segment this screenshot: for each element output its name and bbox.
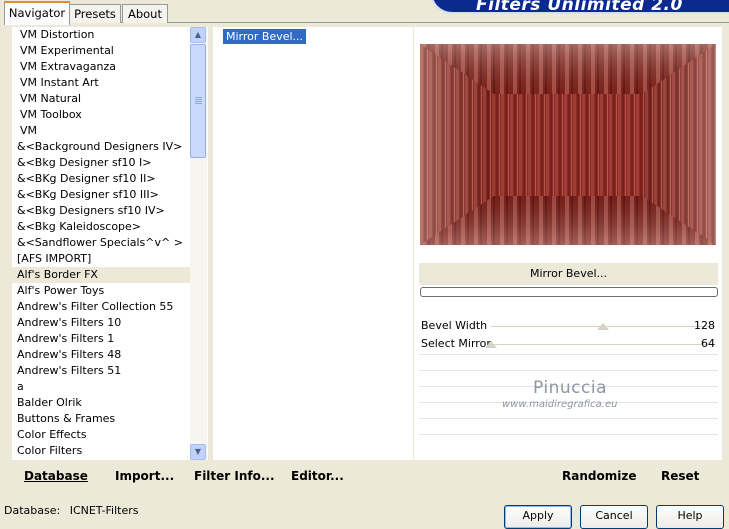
editor-button[interactable]: Editor...: [291, 469, 344, 483]
category-item[interactable]: VM Toolbox: [12, 107, 190, 123]
category-item[interactable]: Color Filters: [12, 443, 190, 459]
category-item[interactable]: Balder Olrik: [12, 395, 190, 411]
category-item[interactable]: VM Natural: [12, 91, 190, 107]
category-item[interactable]: Andrew's Filters 10: [12, 315, 190, 331]
category-item[interactable]: Color Effects: [12, 427, 190, 443]
category-item[interactable]: &<Background Designers IV>: [12, 139, 190, 155]
category-item[interactable]: &<Bkg Kaleidoscope>: [12, 219, 190, 235]
filter-info-button[interactable]: Filter Info...: [194, 469, 275, 483]
category-item[interactable]: Alf's Border FX: [12, 267, 190, 283]
import-button[interactable]: Import...: [115, 469, 174, 483]
category-item[interactable]: Andrew's Filters 51: [12, 363, 190, 379]
category-item[interactable]: a: [12, 379, 190, 395]
category-item[interactable]: Buttons & Frames: [12, 411, 190, 427]
filter-item-selected[interactable]: Mirror Bevel...: [223, 29, 307, 44]
param-row-empty: [419, 434, 718, 449]
param-label: Select Mirror: [421, 337, 491, 350]
param-select-mirror[interactable]: Select Mirror 64: [419, 336, 718, 352]
category-item[interactable]: Andrew's Filters 48: [12, 347, 190, 363]
reset-button[interactable]: Reset: [661, 469, 699, 483]
category-item[interactable]: VM Extravaganza: [12, 59, 190, 75]
category-scrollbar[interactable]: ▲ ▼: [190, 27, 207, 460]
slider-thumb[interactable]: [485, 341, 497, 348]
category-item[interactable]: &<BKg Designer sf10 III>: [12, 187, 190, 203]
tab-about[interactable]: About: [122, 4, 168, 23]
category-item[interactable]: VM Distortion: [12, 27, 190, 43]
randomize-button[interactable]: Randomize: [562, 469, 636, 483]
category-item[interactable]: &<BKg Designer sf10 II>: [12, 171, 190, 187]
category-item[interactable]: VM Instant Art: [12, 75, 190, 91]
scroll-up-icon[interactable]: ▲: [190, 27, 206, 43]
param-value: 128: [694, 319, 715, 332]
category-item[interactable]: &<Bkg Designer sf10 I>: [12, 155, 190, 171]
cancel-button[interactable]: Cancel: [580, 505, 648, 529]
param-value: 64: [701, 337, 715, 350]
status-value: ICNET-Filters: [69, 504, 139, 517]
param-row-empty: [419, 418, 718, 433]
param-label: Bevel Width: [421, 319, 488, 332]
filter-category-list[interactable]: VM Distortion VM Experimental VM Extravaga…: [12, 27, 208, 460]
category-item[interactable]: Andrew's Filters 1: [12, 331, 190, 347]
category-item[interactable]: VM Experimental: [12, 43, 190, 59]
status-label: Database:: [4, 504, 61, 517]
scroll-down-icon[interactable]: ▼: [190, 444, 206, 460]
category-items: VM Distortion VM Experimental VM Extravaga…: [12, 27, 190, 460]
tab-navigator[interactable]: Navigator: [4, 1, 70, 25]
slider-track[interactable]: [491, 344, 715, 345]
tab-presets[interactable]: Presets: [69, 4, 121, 23]
progress-bar: [420, 287, 718, 297]
param-row-empty: [419, 354, 718, 369]
category-item[interactable]: VM: [12, 123, 190, 139]
category-item[interactable]: [AFS IMPORT]: [12, 251, 190, 267]
help-button[interactable]: Help: [656, 505, 724, 529]
category-item[interactable]: &<Bkg Designers sf10 IV>: [12, 203, 190, 219]
watermark-name: Pinuccia: [533, 378, 607, 398]
category-item[interactable]: Alf's Power Toys: [12, 283, 190, 299]
apply-button[interactable]: Apply: [504, 505, 572, 529]
database-button[interactable]: Database: [24, 469, 88, 483]
filter-list[interactable]: Mirror Bevel...: [213, 27, 413, 460]
filter-name-label: Mirror Bevel...: [419, 263, 718, 285]
slider-thumb[interactable]: [597, 323, 609, 330]
banner-title: Filters Unlimited 2.0: [476, 0, 683, 15]
watermark-url: www.maidiregrafica.eu: [502, 399, 618, 410]
category-item[interactable]: Andrew's Filter Collection 55: [12, 299, 190, 315]
param-bevel-width[interactable]: Bevel Width 128: [419, 318, 718, 334]
category-item[interactable]: &<Sandflower Specials^v^ >: [12, 235, 190, 251]
status-database: Database: ICNET-Filters: [4, 504, 138, 517]
preview-image: [420, 44, 716, 245]
scroll-thumb[interactable]: [190, 44, 206, 158]
